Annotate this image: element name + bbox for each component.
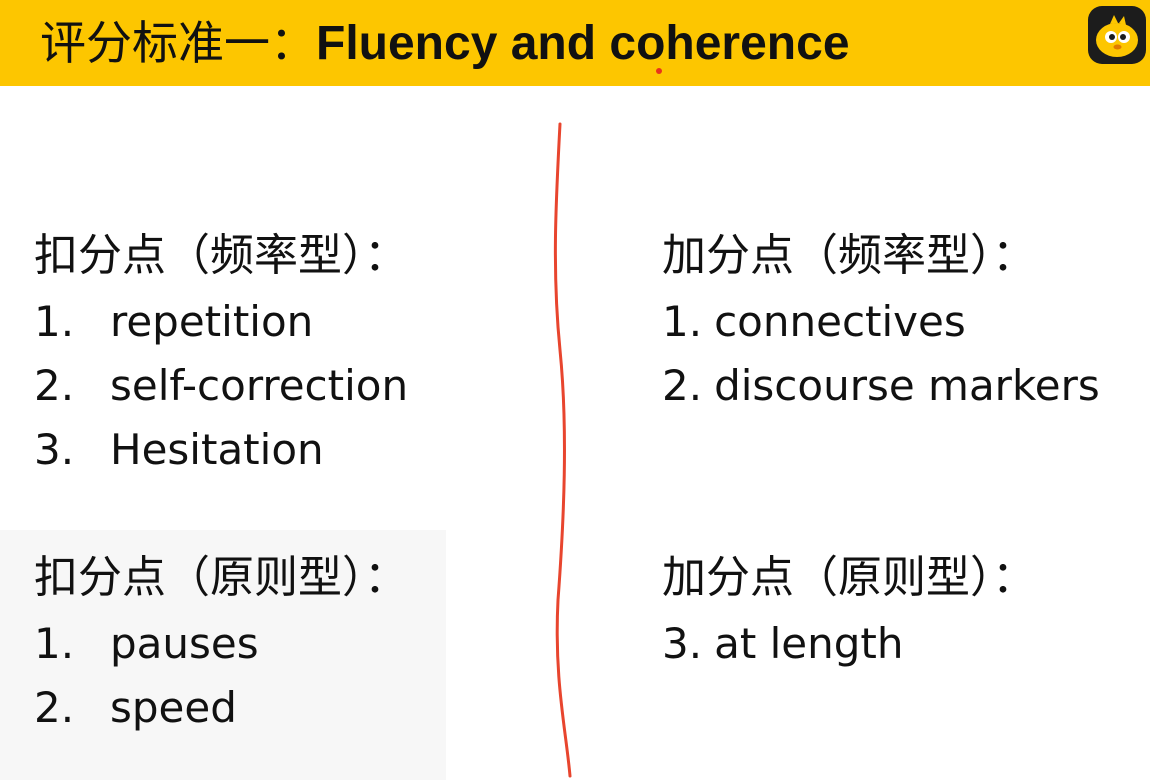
list-item: 1. connectives	[662, 297, 966, 346]
left-principle-heading: 扣分点（原则型）：	[34, 552, 408, 603]
title-english: Fluency and coherence	[316, 17, 850, 70]
title-bar: 评分标准一：Fluency and coherence	[0, 0, 1150, 86]
divider-line	[553, 122, 572, 778]
right-principle-heading: 加分点（原则型）：	[662, 552, 1036, 603]
list-item: 2. self-correction	[34, 361, 409, 410]
slide-title: 评分标准一：Fluency and coherence	[40, 10, 850, 76]
right-frequency-list: 1. connectives 2. discourse markers	[662, 290, 1100, 418]
list-item: 1. repetition	[34, 297, 314, 346]
right-frequency-heading: 加分点（频率型）：	[662, 230, 1036, 281]
list-item: 3. Hesitation	[34, 425, 324, 474]
list-item: 2. discourse markers	[662, 361, 1100, 410]
list-item: 2. speed	[34, 683, 237, 732]
right-principle-list: 3. at length	[662, 612, 904, 676]
left-principle-list: 1. pauses 2. speed	[34, 612, 259, 740]
app-logo-icon	[1088, 6, 1146, 64]
pointer-dot	[656, 68, 662, 74]
left-frequency-heading: 扣分点（频率型）：	[34, 230, 408, 281]
list-item: 1. pauses	[34, 619, 259, 668]
list-item: 3. at length	[662, 619, 904, 668]
title-chinese: 评分标准一：	[40, 16, 316, 70]
left-frequency-list: 1. repetition 2. self-correction 3. Hesitat…	[34, 290, 408, 482]
